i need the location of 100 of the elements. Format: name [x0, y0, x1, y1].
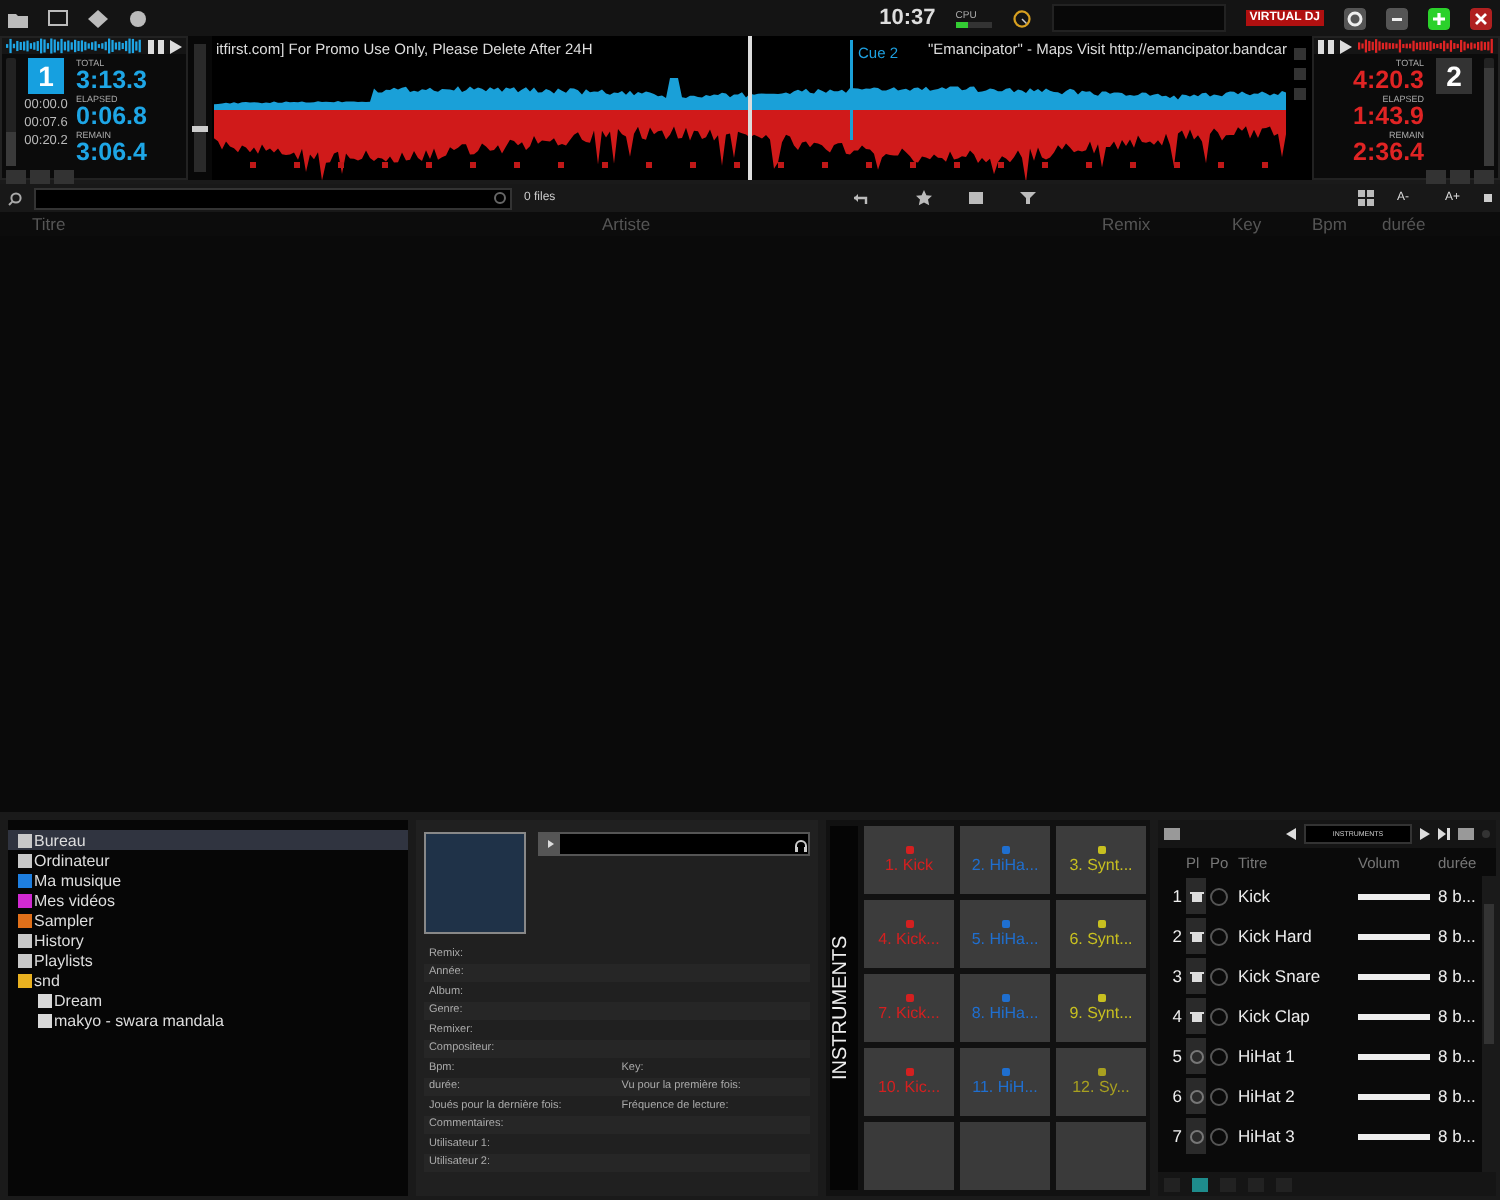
- time-value: 3:13.3: [76, 68, 149, 94]
- headphones-icon[interactable]: [794, 837, 808, 851]
- sample-pad[interactable]: 6. Synt...: [1056, 900, 1146, 968]
- volume-slider[interactable]: [1358, 1133, 1430, 1139]
- star-icon[interactable]: [916, 190, 933, 206]
- scrollbar[interactable]: [1482, 876, 1496, 1172]
- sample-type-button[interactable]: [1186, 998, 1206, 1034]
- skip-icon[interactable]: [1438, 828, 1450, 840]
- folder-item[interactable]: Sampler: [8, 910, 409, 930]
- sample-title: Kick Hard: [1238, 926, 1314, 946]
- volume-slider[interactable]: [1358, 1013, 1430, 1019]
- folder-label: Mes vidéos: [34, 891, 115, 909]
- crossfader-slider[interactable]: [194, 44, 206, 172]
- clock: 10:37: [879, 6, 936, 30]
- waveform-drawing[interactable]: [212, 36, 1288, 180]
- monitor-icon[interactable]: [48, 9, 68, 27]
- folder-item[interactable]: Dream: [8, 990, 409, 1010]
- drum-icon: [1189, 969, 1203, 983]
- diamond-icon[interactable]: [88, 9, 108, 27]
- clear-icon[interactable]: [494, 192, 506, 204]
- folder-item[interactable]: Ma musique: [8, 870, 409, 890]
- duration: 8 b...: [1438, 1126, 1478, 1146]
- drum-icon: [1189, 889, 1203, 903]
- sample-title: Kick Clap: [1238, 1006, 1312, 1026]
- volume-slider[interactable]: [1358, 1053, 1430, 1059]
- volume-slider[interactable]: [1358, 1093, 1430, 1099]
- folder-label: snd: [34, 971, 60, 989]
- folder-item[interactable]: Playlists: [8, 950, 409, 970]
- play-toggle[interactable]: [1210, 967, 1228, 985]
- column-header[interactable]: durée: [1382, 214, 1500, 234]
- sample-pad[interactable]: 9. Synt...: [1056, 974, 1146, 1042]
- row-number: 4: [1170, 1006, 1184, 1026]
- pitch-meter: [1484, 58, 1494, 166]
- folder-label: Bureau: [34, 831, 86, 849]
- time-value: 0:06.8: [76, 104, 149, 130]
- folder-label: Dream: [54, 991, 103, 1009]
- undo-icon[interactable]: [852, 190, 869, 206]
- play-icon[interactable]: [1340, 39, 1352, 53]
- column-header[interactable]: Artiste: [602, 214, 1102, 234]
- gauge-icon[interactable]: [1011, 9, 1032, 27]
- search-icon[interactable]: [8, 191, 22, 205]
- sample-pad[interactable]: 12. Sy...: [1056, 1048, 1146, 1116]
- pause-icon[interactable]: [148, 39, 164, 53]
- sample-type-button[interactable]: [1186, 878, 1206, 914]
- search-field[interactable]: [34, 187, 512, 209]
- row-number: 5: [1170, 1046, 1184, 1066]
- sample-title: HiHat 1: [1238, 1046, 1297, 1066]
- play-icon[interactable]: [540, 834, 561, 854]
- duration: 8 b...: [1438, 886, 1478, 906]
- plus-icon[interactable]: [1428, 7, 1450, 29]
- play-toggle[interactable]: [1210, 1007, 1228, 1025]
- pause-icon[interactable]: [1318, 39, 1334, 53]
- sample-type-button[interactable]: [1186, 918, 1206, 954]
- folder-item[interactable]: Mes vidéos: [8, 890, 409, 910]
- time-value: 2:36.4: [1353, 140, 1424, 166]
- minimize-icon[interactable]: [1386, 7, 1408, 29]
- play-toggle[interactable]: [1210, 1127, 1228, 1145]
- duration: 8 b...: [1438, 1086, 1478, 1106]
- filter-icon[interactable]: [1020, 190, 1037, 206]
- play-toggle[interactable]: [1210, 887, 1228, 905]
- play-toggle[interactable]: [1210, 927, 1228, 945]
- folder-label: History: [34, 931, 84, 949]
- play-icon[interactable]: [170, 39, 182, 53]
- sample-title: HiHat 3: [1238, 1126, 1297, 1146]
- duration: 8 b...: [1438, 1046, 1478, 1066]
- play-toggle[interactable]: [1210, 1047, 1228, 1065]
- sample-pad[interactable]: 3. Synt...: [1056, 826, 1146, 894]
- volume-slider[interactable]: [1358, 973, 1430, 979]
- volume-slider[interactable]: [1358, 933, 1430, 939]
- view-button[interactable]: [1192, 1177, 1208, 1191]
- folder-item[interactable]: makyo - swara mandala: [8, 1010, 409, 1030]
- deck-number[interactable]: 2: [1436, 58, 1472, 94]
- previous-icon[interactable]: [1286, 828, 1296, 840]
- folder-icon[interactable]: [8, 9, 28, 27]
- sample-type-button[interactable]: [1186, 958, 1206, 994]
- mini-waveform: [1358, 38, 1494, 54]
- folder-label: Sampler: [34, 911, 94, 929]
- close-icon[interactable]: [1470, 7, 1492, 29]
- volume-slider[interactable]: [1358, 893, 1430, 899]
- deck-number[interactable]: 1: [28, 58, 64, 94]
- play-toggle[interactable]: [1210, 1087, 1228, 1105]
- column-header[interactable]: Key: [1232, 214, 1312, 234]
- folder-item[interactable]: Ordinateur: [8, 850, 409, 870]
- window-icon[interactable]: [968, 190, 985, 206]
- duration: 8 b...: [1438, 926, 1478, 946]
- column-header[interactable]: Remix: [1102, 214, 1232, 234]
- sample-title: Kick: [1238, 886, 1273, 906]
- sample-title: HiHat 2: [1238, 1086, 1297, 1106]
- folder-label: Ordinateur: [34, 851, 110, 869]
- drum-icon: [1189, 1009, 1203, 1023]
- time-value: 4:20.3: [1353, 68, 1424, 94]
- column-header[interactable]: Titre: [32, 214, 602, 234]
- time-value: 3:06.4: [76, 140, 149, 166]
- folder-item[interactable]: Bureau: [8, 830, 409, 850]
- folder-item[interactable]: History: [8, 930, 409, 950]
- column-header[interactable]: Bpm: [1312, 214, 1382, 234]
- folder-item[interactable]: snd: [8, 970, 409, 990]
- next-icon[interactable]: [1420, 828, 1430, 840]
- settings-icon[interactable]: [1344, 7, 1366, 29]
- pads-title: INSTRUMENTS: [830, 826, 858, 1190]
